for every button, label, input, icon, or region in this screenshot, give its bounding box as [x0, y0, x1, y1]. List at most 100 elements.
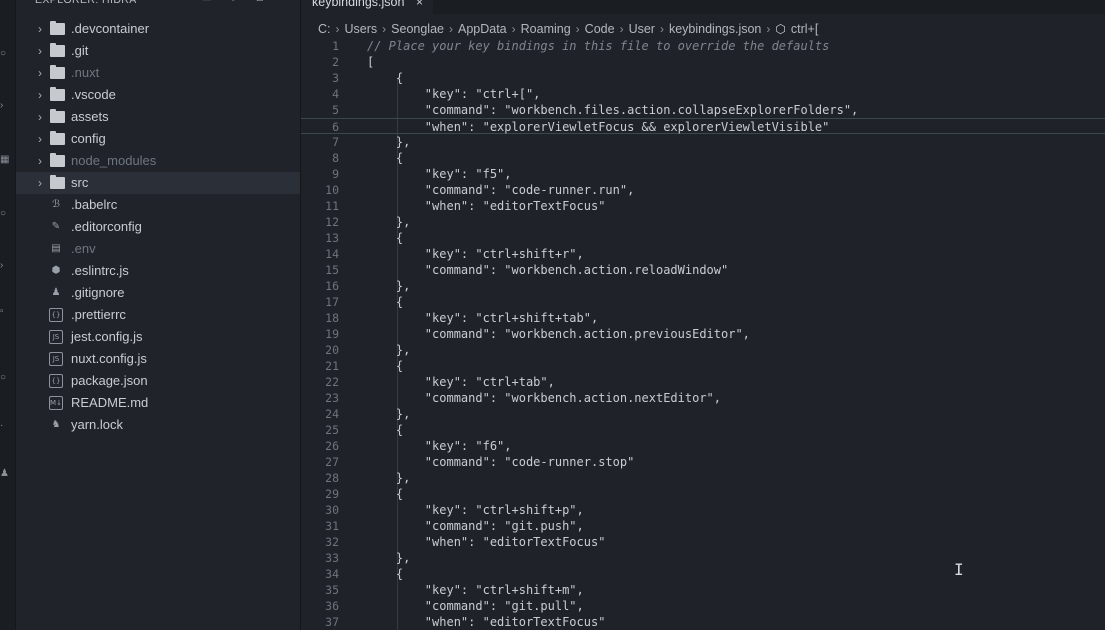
extensions-icon[interactable]: ▦: [0, 154, 10, 166]
breadcrumb-item[interactable]: AppData: [458, 22, 507, 36]
code-line[interactable]: 31 "command": "git.push",: [301, 518, 1105, 534]
code-line[interactable]: 18 "key": "ctrl+shift+tab",: [301, 310, 1105, 326]
tree-file-row[interactable]: ✎ .editorconfig: [16, 216, 300, 238]
code-line[interactable]: 14 "key": "ctrl+shift+r",: [301, 246, 1105, 262]
tree-file-row[interactable]: {} package.json: [16, 370, 300, 392]
code-line[interactable]: 29 {: [301, 486, 1105, 502]
tree-folder-row[interactable]: › config: [16, 128, 300, 150]
chevron-right-icon[interactable]: ›: [34, 40, 46, 62]
tab-keybindings-json[interactable]: keybindings.json ×: [301, 0, 433, 14]
code-text: {: [367, 151, 404, 165]
code-line[interactable]: 17 {: [301, 294, 1105, 310]
code-line[interactable]: 32 "when": "editorTextFocus": [301, 534, 1105, 550]
code-line[interactable]: 25 {: [301, 422, 1105, 438]
breadcrumb-item[interactable]: Seonglae: [391, 22, 444, 36]
line-number: 22: [325, 375, 339, 389]
tree-file-row[interactable]: ♟ .gitignore: [16, 282, 300, 304]
tree-folder-row[interactable]: › src: [16, 172, 300, 194]
code-line[interactable]: 10 "command": "code-runner.run",: [301, 182, 1105, 198]
code-line[interactable]: 19 "command": "workbench.action.previous…: [301, 326, 1105, 342]
code-line[interactable]: 20 },: [301, 342, 1105, 358]
code-line[interactable]: 35 "key": "ctrl+shift+m",: [301, 582, 1105, 598]
code-line[interactable]: 15 "command": "workbench.action.reloadWi…: [301, 262, 1105, 278]
tree-folder-row[interactable]: › assets: [16, 106, 300, 128]
chevron-right-icon[interactable]: ›: [34, 150, 46, 172]
new-file-icon[interactable]: ▫: [174, 0, 188, 5]
tree-folder-row[interactable]: › .devcontainer: [16, 18, 300, 40]
breadcrumb-item[interactable]: C:: [318, 22, 331, 36]
code-line[interactable]: 24 },: [301, 406, 1105, 422]
code-line[interactable]: 28 },: [301, 470, 1105, 486]
tree-folder-row[interactable]: › .vscode: [16, 84, 300, 106]
code-line[interactable]: 37 "when": "editorTextFocus": [301, 614, 1105, 630]
remote-icon[interactable]: ›: [0, 260, 10, 272]
breadcrumb-item[interactable]: Roaming: [521, 22, 571, 36]
code-editor[interactable]: 1 // Place your key bindings in this file…: [301, 38, 1105, 630]
tree-file-row[interactable]: JS jest.config.js: [16, 326, 300, 348]
code-line[interactable]: 23 "command": "workbench.action.nextEdit…: [301, 390, 1105, 406]
code-line[interactable]: 4 "key": "ctrl+[",: [301, 86, 1105, 102]
tree-item-label: node_modules: [71, 153, 157, 168]
code-line[interactable]: 7 },: [301, 134, 1105, 150]
breadcrumb-item[interactable]: keybindings.json: [669, 22, 761, 36]
code-line[interactable]: 26 "key": "f6",: [301, 438, 1105, 454]
tree-folder-row[interactable]: › .git: [16, 40, 300, 62]
breadcrumb-item[interactable]: Code: [585, 22, 615, 36]
close-icon[interactable]: ×: [416, 0, 423, 10]
refresh-icon[interactable]: ↻: [226, 0, 240, 5]
code-line[interactable]: 9 "key": "f5",: [301, 166, 1105, 182]
collapse-all-icon[interactable]: ⧉: [252, 0, 266, 5]
code-line[interactable]: 16 },: [301, 278, 1105, 294]
folder-icon: [50, 65, 65, 79]
code-text: "command": "workbench.files.action.colla…: [367, 103, 859, 117]
code-line[interactable]: 8 {: [301, 150, 1105, 166]
chevron-right-icon[interactable]: ›: [34, 106, 46, 128]
code-line[interactable]: 36 "command": "git.pull",: [301, 598, 1105, 614]
tree-folder-row[interactable]: › .nuxt: [16, 62, 300, 84]
code-line[interactable]: 27 "command": "code-runner.stop": [301, 454, 1105, 470]
tree-item-label: src: [71, 175, 89, 190]
chevron-right-icon[interactable]: ›: [34, 84, 46, 106]
code-line[interactable]: 2[: [301, 54, 1105, 70]
code-line[interactable]: 21 {: [301, 358, 1105, 374]
code-line[interactable]: 33 },: [301, 550, 1105, 566]
code-line[interactable]: 5 "command": "workbench.files.action.col…: [301, 102, 1105, 118]
folder-icon: [50, 153, 65, 167]
tree-file-row[interactable]: {} .prettierrc: [16, 304, 300, 326]
new-folder-icon[interactable]: ▭: [200, 0, 214, 5]
chevron-right-icon[interactable]: ›: [34, 62, 46, 84]
search-icon[interactable]: ○: [0, 48, 10, 60]
tree-file-row[interactable]: JS nuxt.config.js: [16, 348, 300, 370]
breadcrumb-symbol[interactable]: ctrl+[: [791, 22, 818, 36]
code-text: },: [367, 215, 411, 229]
breadcrumb-item[interactable]: User: [629, 22, 655, 36]
docker-icon[interactable]: ○: [0, 372, 10, 384]
tree-file-row[interactable]: M↓ README.md: [16, 392, 300, 414]
tree-file-row[interactable]: ℬ .babelrc: [16, 194, 300, 216]
tree-file-row[interactable]: ▤ .env: [16, 238, 300, 260]
code-line[interactable]: 6 "when": "explorerViewletFocus && explo…: [301, 118, 1105, 134]
code-line[interactable]: 13 {: [301, 230, 1105, 246]
account-icon[interactable]: ♟: [0, 468, 10, 480]
timeline-icon[interactable]: ·: [0, 420, 10, 432]
code-line[interactable]: 3 {: [301, 70, 1105, 86]
chevron-right-icon[interactable]: ›: [34, 172, 46, 194]
code-line[interactable]: 34 {: [301, 566, 1105, 582]
tree-item-label: .git: [71, 43, 89, 58]
debug-icon[interactable]: ○: [0, 208, 10, 220]
code-line[interactable]: 12 },: [301, 214, 1105, 230]
code-line[interactable]: 1 // Place your key bindings in this file…: [301, 38, 1105, 54]
code-line[interactable]: 11 "when": "editorTextFocus": [301, 198, 1105, 214]
code-line[interactable]: 30 "key": "ctrl+shift+p",: [301, 502, 1105, 518]
chevron-right-icon[interactable]: ›: [34, 128, 46, 150]
line-number: 31: [325, 519, 339, 533]
tree-file-row[interactable]: ♞ yarn.lock: [16, 414, 300, 436]
tree-file-row[interactable]: ⬢ .eslintrc.js: [16, 260, 300, 282]
testing-icon[interactable]: ▫: [0, 306, 10, 318]
breadcrumb-item[interactable]: Users: [345, 22, 378, 36]
chevron-right-icon: ›: [619, 22, 624, 36]
chevron-right-icon[interactable]: ›: [34, 18, 46, 40]
tree-folder-row[interactable]: › node_modules: [16, 150, 300, 172]
code-line[interactable]: 22 "key": "ctrl+tab",: [301, 374, 1105, 390]
source-control-icon[interactable]: ›: [0, 100, 10, 112]
